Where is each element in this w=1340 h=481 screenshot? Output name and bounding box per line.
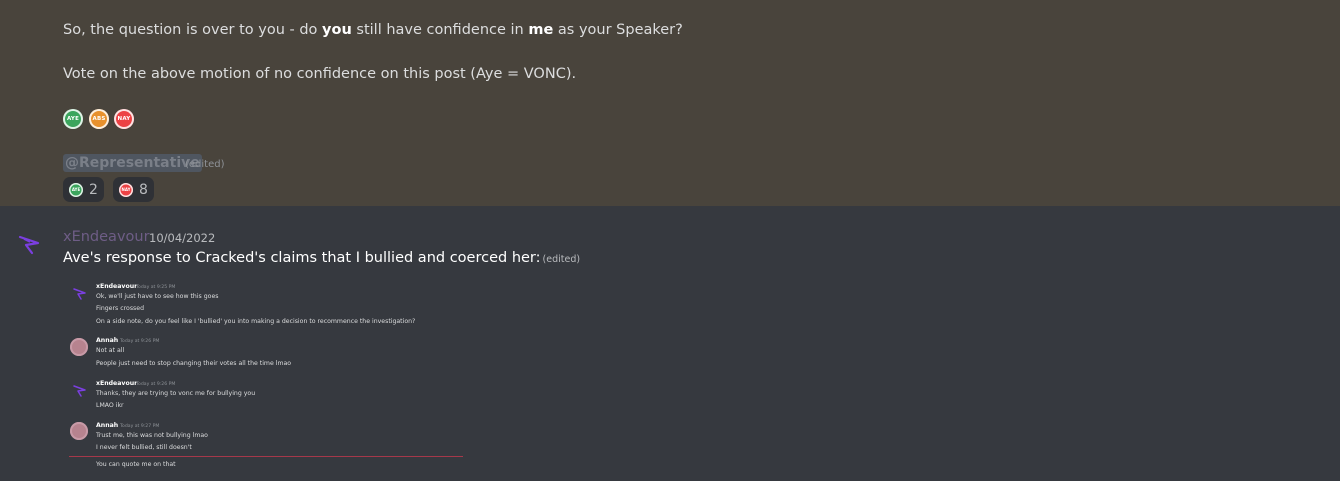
avatar: [70, 338, 88, 356]
message-line-vote: Vote on the above motion of no confidenc…: [63, 66, 577, 82]
aye-emoji-icon: AYE: [69, 182, 83, 197]
attachment-text: LMAO ikr: [96, 402, 124, 409]
attachment-text: Ok, we'll just have to see how this goes: [96, 293, 219, 300]
message-content: Ave's response to Cracked's claims that …: [63, 250, 581, 266]
role-mention[interactable]: @Representative: [63, 154, 202, 172]
attachment-author: xEndeavour: [96, 380, 138, 387]
attachment-text: Fingers crossed: [96, 305, 144, 312]
attachment-text: People just need to stop changing their …: [96, 360, 292, 367]
avatar[interactable]: [16, 231, 44, 259]
attachment-text: Thanks, they are trying to vonc me for b…: [96, 390, 256, 397]
author-name[interactable]: xEndeavour: [63, 229, 150, 245]
attachment-author: Annah: [96, 422, 119, 429]
attachment-text: You can quote me on that: [96, 461, 176, 468]
reaction-nay[interactable]: NAY 8: [113, 177, 154, 202]
robot-avatar-icon: [73, 288, 86, 300]
reaction-count: 2: [89, 181, 98, 198]
message-line-question: So, the question is over to you - do you…: [63, 22, 683, 38]
attachment-text: Not at all: [96, 347, 125, 354]
robot-avatar-icon: [18, 235, 40, 255]
attachment-author: Annah: [96, 337, 119, 344]
image-attachment[interactable]: xEndeavour Today at 9:25 PM Ok, we'll ju…: [63, 278, 483, 478]
new-messages-divider: [69, 456, 463, 457]
nay-emoji-icon: NAY: [119, 182, 133, 197]
attachment-time: Today at 9:26 PM: [120, 339, 160, 344]
reaction-aye[interactable]: AYE 2: [63, 177, 104, 202]
attachment-time: Today at 9:26 PM: [136, 382, 176, 387]
avatar: [70, 422, 88, 440]
edited-label: (edited): [185, 159, 225, 170]
nay-emoji: NAY: [114, 109, 134, 129]
attachment-text: I never felt bullied, still doesn't: [96, 444, 192, 451]
attachment-text: On a side note, do you feel like I 'bull…: [96, 318, 416, 325]
attachment-time: Today at 9:25 PM: [136, 285, 176, 290]
attachment-author: xEndeavour: [96, 283, 138, 290]
timestamp: 10/04/2022: [149, 231, 216, 245]
attachment-time: Today at 9:27 PM: [120, 424, 160, 429]
abs-emoji: ABS: [89, 109, 109, 129]
reaction-count: 8: [139, 181, 148, 198]
aye-emoji: AYE: [63, 109, 83, 129]
robot-avatar-icon: [73, 385, 86, 397]
edited-label: (edited): [542, 254, 581, 265]
attachment-text: Trust me, this was not bullying lmao: [96, 432, 208, 439]
